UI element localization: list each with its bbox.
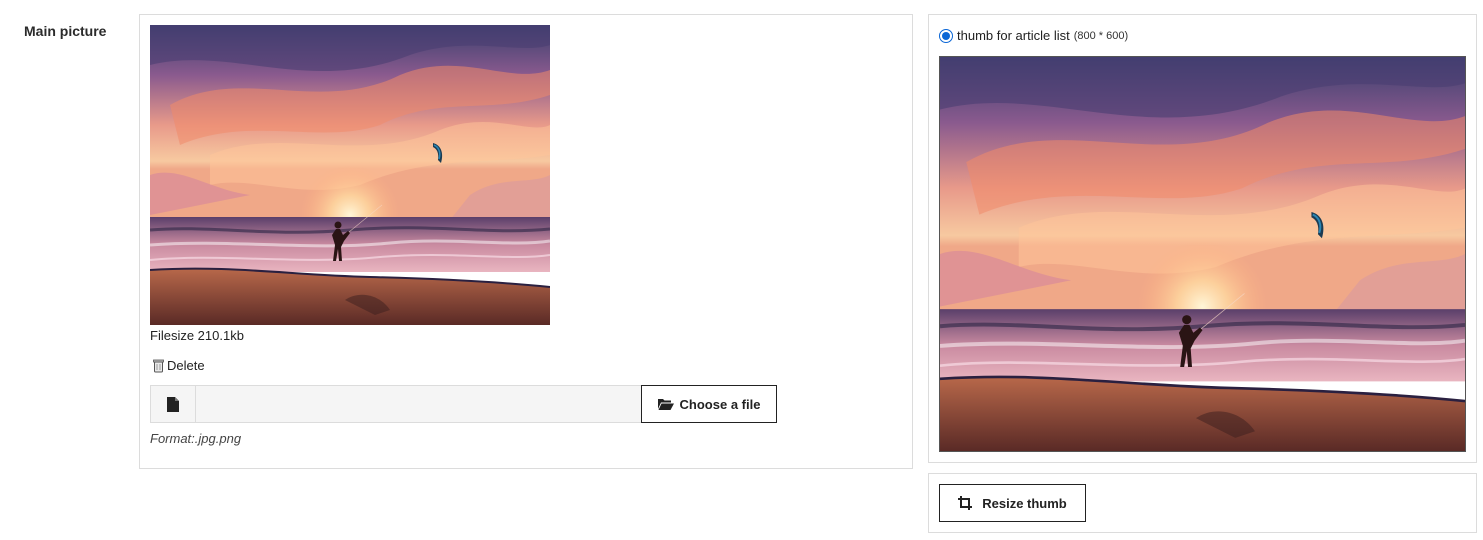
format-note: Format:.jpg.png — [150, 431, 242, 446]
sunset-beach-kitesurfer-image — [150, 25, 550, 325]
radio-selected-dot — [942, 31, 950, 40]
thumb-option-label: thumb for article list — [957, 28, 1070, 43]
sunset-beach-kitesurfer-thumb-image — [940, 57, 1465, 451]
thumb-option-article-list[interactable]: thumb for article list (800 * 600) — [939, 28, 1128, 43]
file-path-input[interactable] — [196, 386, 640, 422]
trash-icon — [153, 359, 164, 372]
file-icon — [167, 396, 179, 412]
thumb-preview — [939, 56, 1466, 452]
resize-thumb-button[interactable]: Resize thumb — [939, 484, 1086, 522]
main-picture-label: Main picture — [24, 23, 107, 39]
filesize-text: Filesize 210.1kb — [150, 328, 244, 343]
main-picture-preview — [150, 25, 550, 325]
choose-file-label: Choose a file — [679, 396, 761, 412]
thumb-radio[interactable] — [939, 28, 953, 43]
thumb-dimensions: (800 * 600) — [1073, 29, 1129, 42]
folder-open-icon — [657, 399, 674, 410]
thumb-panel: thumb for article list (800 * 600) — [928, 14, 1477, 463]
delete-label: Delete — [167, 358, 205, 373]
main-picture-panel: Filesize 210.1kb Delete Choose a file Fo… — [139, 14, 913, 469]
resize-thumb-label: Resize thumb — [982, 495, 1067, 511]
crop-icon — [958, 496, 973, 510]
choose-file-button[interactable]: Choose a file — [641, 385, 777, 423]
resize-panel: Resize thumb — [928, 473, 1477, 533]
delete-button[interactable]: Delete — [153, 358, 205, 373]
file-icon-addon — [151, 386, 196, 422]
